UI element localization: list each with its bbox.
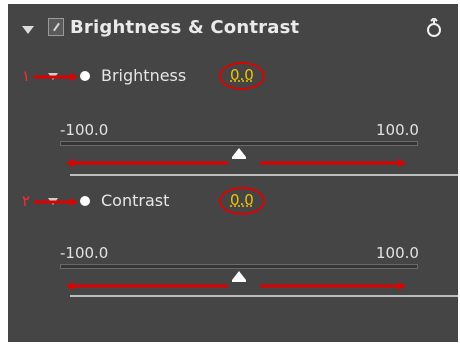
stopwatch-icon[interactable] xyxy=(80,71,90,81)
param-name: Contrast xyxy=(101,191,170,210)
param-row-contrast: ۲ Contrast 0.0 xyxy=(8,187,458,217)
triangle-down-icon[interactable] xyxy=(48,198,58,205)
param-row-brightness: ۱ Brightness 0.0 xyxy=(8,62,458,92)
divider xyxy=(70,174,458,176)
triangle-down-icon[interactable] xyxy=(22,26,34,34)
slider-thumb-base xyxy=(232,280,246,282)
effect-title: Brightness & Contrast xyxy=(70,17,300,38)
annotation-number: ۲ xyxy=(22,192,31,210)
effect-header: Brightness & Contrast xyxy=(8,4,458,52)
slider-min-label: -100.0 xyxy=(60,121,109,139)
slider-track[interactable] xyxy=(60,141,418,146)
annotation-number: ۱ xyxy=(22,67,31,85)
slider-thumb[interactable] xyxy=(232,148,246,157)
annotation-circle xyxy=(219,62,265,90)
annotation-circle xyxy=(219,187,265,215)
slider-brightness: -100.0 100.0 xyxy=(8,121,458,181)
slider-thumb[interactable] xyxy=(232,271,246,280)
fx-toggle-icon[interactable] xyxy=(48,18,64,36)
divider xyxy=(70,295,458,297)
slider-max-label: 100.0 xyxy=(376,121,419,139)
reset-icon[interactable] xyxy=(426,18,442,38)
param-name: Brightness xyxy=(101,66,187,85)
slider-thumb-base xyxy=(232,157,246,159)
triangle-down-icon[interactable] xyxy=(48,73,58,80)
effect-controls-panel: Brightness & Contrast ۱ Brightness 0.0 -… xyxy=(8,4,458,342)
stopwatch-icon[interactable] xyxy=(80,196,90,206)
slider-min-label: -100.0 xyxy=(60,244,109,262)
slider-max-label: 100.0 xyxy=(376,244,419,262)
slider-track[interactable] xyxy=(60,264,418,269)
